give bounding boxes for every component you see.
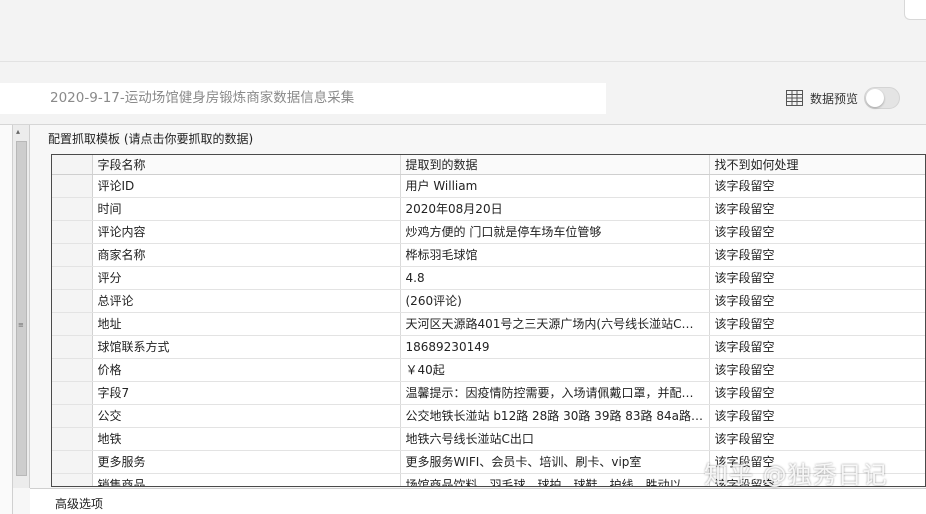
row-index-cell[interactable] [52, 335, 93, 359]
fallback-action-cell[interactable]: 该字段留空 [709, 174, 925, 198]
fallback-action-cell[interactable]: 该字段留空 [709, 404, 925, 428]
scroll-up-arrow-icon[interactable]: ▴ [16, 128, 26, 136]
field-name-cell[interactable]: 价格 [92, 358, 401, 382]
fallback-action-cell[interactable]: 该字段留空 [709, 289, 925, 313]
data-preview-control[interactable]: 数据预览 [786, 87, 901, 109]
column-header[interactable]: 找不到如何处理 [709, 155, 925, 175]
extracted-data-cell[interactable]: 用户 William [400, 174, 710, 198]
table-row[interactable]: 价格 ￥40起 该字段留空 [52, 358, 925, 382]
field-name-cell[interactable]: 地址 [92, 312, 401, 336]
field-name-cell[interactable]: 总评论 [92, 289, 401, 313]
table-row[interactable]: 评分 4.8 该字段留空 [52, 266, 925, 290]
extracted-data-cell[interactable]: 桦标羽毛球馆 [400, 243, 710, 267]
table-grid-icon [786, 90, 803, 106]
field-name-cell[interactable]: 球馆联系方式 [92, 335, 401, 359]
extracted-data-cell[interactable]: 公交地铁长湴站 b12路 28路 30路 39路 83路 84a路 ... [400, 404, 710, 428]
fallback-action-cell[interactable]: 该字段留空 [709, 266, 925, 290]
table-row[interactable]: 总评论 (260评论) 该字段留空 [52, 289, 925, 313]
table-row[interactable]: 商家名称 桦标羽毛球馆 该字段留空 [52, 243, 925, 267]
table-row[interactable]: 字段7 温馨提示：因疫情防控需要，入场请佩戴口罩，并配合... 该字段留空 [52, 381, 925, 405]
fallback-action-cell[interactable]: 该字段留空 [709, 312, 925, 336]
table-row[interactable]: 公交 公交地铁长湴站 b12路 28路 30路 39路 83路 84a路 ... 该… [52, 404, 925, 428]
extracted-data-cell[interactable]: 天河区天源路401号之三天源广场内(六号线长湴站C出... [400, 312, 710, 336]
extracted-data-cell[interactable]: 4.8 [400, 266, 710, 290]
table-header-row: 字段名称 提取到的数据 找不到如何处理 [52, 155, 925, 175]
table-row[interactable]: 评论ID 用户 William 该字段留空 [52, 174, 925, 198]
row-index-cell[interactable] [52, 197, 93, 221]
extracted-data-cell[interactable]: 温馨提示：因疫情防控需要，入场请佩戴口罩，并配合... [400, 381, 710, 405]
toggle-knob [866, 89, 885, 107]
fallback-action-cell[interactable]: 该字段留空 [709, 197, 925, 221]
bottom-bar: 高级选项 [30, 488, 926, 514]
row-index-header [52, 155, 93, 175]
section-title: 配置抓取模板 (请点击你要抓取的数据) [48, 132, 254, 146]
column-header[interactable]: 字段名称 [92, 155, 401, 175]
advanced-options-link[interactable]: 高级选项 [55, 495, 103, 512]
data-preview-toggle[interactable] [864, 87, 901, 109]
extracted-data-cell[interactable]: 更多服务WIFI、会员卡、培训、刷卡、vip室 [400, 450, 710, 474]
row-index-cell[interactable] [52, 243, 93, 267]
data-preview-label: 数据预览 [810, 91, 859, 106]
fallback-action-cell[interactable]: 该字段留空 [709, 381, 925, 405]
field-name-cell[interactable]: 地铁 [92, 427, 401, 451]
field-name-cell[interactable]: 销售商品 [92, 473, 401, 486]
extracted-data-cell[interactable]: 18689230149 [400, 335, 710, 359]
fallback-action-cell[interactable]: 该字段留空 [709, 358, 925, 382]
field-name-cell[interactable]: 字段7 [92, 381, 401, 405]
fallback-action-cell[interactable]: 该字段留空 [709, 427, 925, 451]
row-index-cell[interactable] [52, 174, 93, 198]
table-row[interactable]: 地址 天河区天源路401号之三天源广场内(六号线长湴站C出... 该字段留空 [52, 312, 925, 336]
vertical-scrollbar[interactable]: ▴ ≡ [13, 125, 30, 488]
fallback-action-cell[interactable]: 该字段留空 [709, 243, 925, 267]
field-name-cell[interactable]: 时间 [92, 197, 401, 221]
extracted-data-cell[interactable]: 地铁六号线长湴站C出口 [400, 427, 710, 451]
row-index-cell[interactable] [52, 358, 93, 382]
row-index-cell[interactable] [52, 427, 93, 451]
field-name-cell[interactable]: 商家名称 [92, 243, 401, 267]
window-tab-corner[interactable] [904, 0, 926, 20]
extracted-data-cell[interactable]: (260评论) [400, 289, 710, 313]
field-name-cell[interactable]: 公交 [92, 404, 401, 428]
left-sidebar-strip [0, 125, 13, 514]
table-row[interactable]: 评论内容 炒鸡方便的 门口就是停车场车位管够 该字段留空 [52, 220, 925, 244]
table-row[interactable]: 时间 2020年08月20日 该字段留空 [52, 197, 925, 221]
field-name-cell[interactable]: 更多服务 [92, 450, 401, 474]
fallback-action-cell[interactable]: 该字段留空 [709, 220, 925, 244]
field-table: 字段名称 提取到的数据 找不到如何处理 评论ID 用户 William 该字段留空时… [51, 154, 926, 487]
top-toolbar [0, 0, 926, 62]
field-name-cell[interactable]: 评论ID [92, 174, 401, 198]
extracted-data-cell[interactable]: ￥40起 [400, 358, 710, 382]
row-index-cell[interactable] [52, 220, 93, 244]
row-index-cell[interactable] [52, 312, 93, 336]
task-header: 数据预览 [0, 62, 926, 124]
task-title-input[interactable] [0, 83, 606, 114]
row-index-cell[interactable] [52, 381, 93, 405]
row-index-cell[interactable] [52, 450, 93, 474]
row-index-cell[interactable] [52, 266, 93, 290]
row-index-cell[interactable] [52, 473, 93, 486]
field-name-cell[interactable]: 评论内容 [92, 220, 401, 244]
row-index-cell[interactable] [52, 404, 93, 428]
grip-icon: ≡ [18, 321, 24, 329]
table-row[interactable]: 地铁 地铁六号线长湴站C出口 该字段留空 [52, 427, 925, 451]
extracted-data-cell[interactable]: 场馆商品饮料、羽毛球、球拍、球鞋、护线、胜动以其... [400, 473, 710, 486]
table-row[interactable]: 球馆联系方式 18689230149 该字段留空 [52, 335, 925, 359]
column-header[interactable]: 提取到的数据 [400, 155, 710, 175]
watermark: 知乎 @独秀日记 [704, 461, 888, 489]
fallback-action-cell[interactable]: 该字段留空 [709, 335, 925, 359]
extracted-data-cell[interactable]: 炒鸡方便的 门口就是停车场车位管够 [400, 220, 710, 244]
extracted-data-cell[interactable]: 2020年08月20日 [400, 197, 710, 221]
row-index-cell[interactable] [52, 289, 93, 313]
field-name-cell[interactable]: 评分 [92, 266, 401, 290]
scrollbar-thumb[interactable]: ≡ [16, 141, 27, 476]
